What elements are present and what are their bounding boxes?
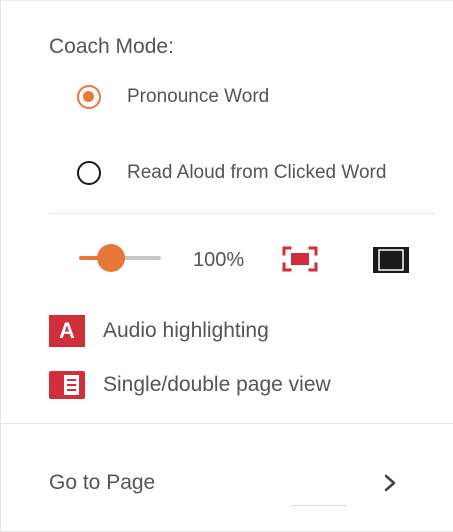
divider [1, 423, 453, 424]
letter-a-icon: A [49, 315, 85, 347]
radio-label-read-aloud: Read Aloud from Clicked Word [127, 162, 387, 183]
zoom-slider[interactable] [79, 243, 165, 273]
page-view-option[interactable]: Single/double page view [49, 369, 331, 401]
page-view-label: Single/double page view [103, 373, 331, 396]
page-number-input[interactable] [291, 505, 347, 506]
chevron-right-icon[interactable] [381, 471, 399, 495]
audio-highlighting-option[interactable]: A Audio highlighting [49, 315, 269, 347]
divider [49, 213, 435, 214]
fullscreen-icon[interactable] [371, 245, 411, 275]
zoom-percentage: 100% [193, 249, 245, 271]
fit-to-screen-icon[interactable] [281, 245, 319, 273]
coach-settings-panel: Coach Mode: Pronounce Word Read Aloud fr… [0, 0, 453, 532]
go-to-page-label: Go to Page [49, 471, 156, 494]
slider-thumb[interactable] [97, 244, 125, 272]
radio-read-aloud[interactable]: Read Aloud from Clicked Word [77, 161, 386, 185]
radio-button-checked[interactable] [77, 85, 101, 109]
coach-mode-title: Coach Mode: [49, 35, 174, 58]
radio-pronounce-word[interactable]: Pronounce Word [77, 85, 269, 109]
book-icon [49, 369, 85, 401]
audio-highlighting-label: Audio highlighting [103, 319, 269, 342]
radio-button-unchecked[interactable] [77, 161, 101, 185]
radio-label-pronounce-word: Pronounce Word [127, 86, 270, 107]
